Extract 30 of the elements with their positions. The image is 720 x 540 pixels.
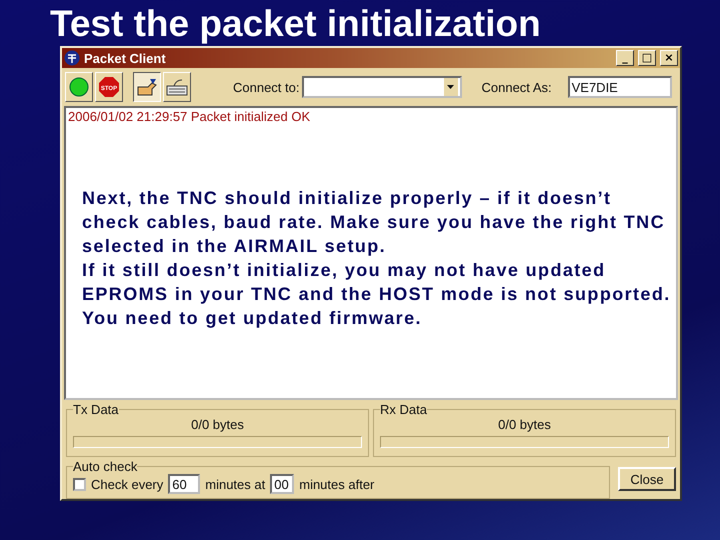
- note-paragraph: Next, the TNC should initialize properly – if it doesn’t check cables, baud rate. Make sure you have the right TNC selected in the AIRMAIL setup.: [82, 187, 666, 258]
- group-title: Rx Data: [380, 402, 427, 417]
- connect-as-field[interactable]: VE7DIE: [568, 76, 672, 98]
- window-control[interactable]: ×: [660, 50, 678, 66]
- group-title: Auto check: [73, 459, 138, 474]
- checkbox-label: Check every: [91, 476, 164, 492]
- window-control[interactable]: _: [616, 50, 634, 66]
- field-label: minutes after: [299, 476, 374, 492]
- connect-as-label: Connect As:: [482, 80, 552, 94]
- minutes-field[interactable]: 60: [168, 474, 200, 494]
- app-icon: [64, 50, 80, 66]
- toolbar-button[interactable]: [133, 72, 161, 102]
- group-title: Tx Data: [73, 402, 119, 417]
- checkbox[interactable]: [73, 478, 86, 490]
- field-label: minutes at: [205, 476, 266, 492]
- close-button[interactable]: Close: [618, 467, 676, 491]
- hand-icon: [136, 77, 158, 97]
- offset-field[interactable]: 00: [270, 474, 294, 494]
- byte-count: 0/0 bytes: [191, 417, 244, 432]
- circle-icon: [69, 77, 89, 97]
- slide-title: Test the packet initialization: [50, 2, 541, 46]
- caret-icon: [447, 85, 454, 89]
- log-line: 2006/01/02 21:29:57 Packet initialized OK: [68, 109, 312, 124]
- byte-count: 0/0 bytes: [498, 417, 551, 432]
- connect-to-dropdown[interactable]: [302, 76, 462, 98]
- window-control[interactable]: □: [638, 50, 656, 66]
- keyboard-icon: [166, 78, 188, 96]
- connect-to-label: Connect to:: [233, 80, 300, 94]
- window-title: Packet Client: [84, 50, 167, 66]
- note-paragraph: If it still doesn’t initialize, you may not have updated EPROMS in your TNC and the HOST mode is not supported. You need to get updated firmware.: [82, 259, 672, 330]
